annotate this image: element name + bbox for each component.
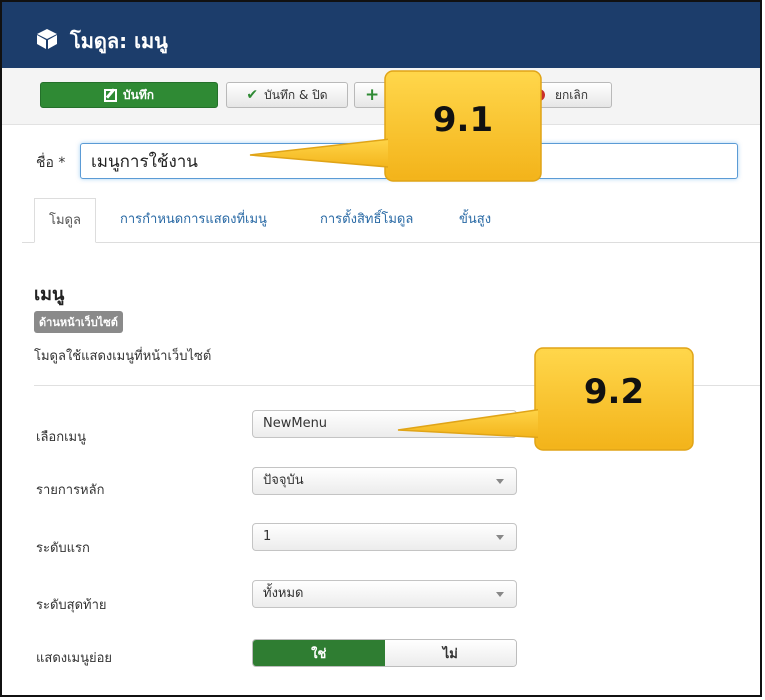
- select-menu-label: เลือกเมนู: [36, 430, 86, 445]
- chevron-down-icon: [496, 592, 504, 597]
- end-level-dropdown[interactable]: ทั้งหมด: [252, 580, 517, 608]
- edit-icon: [104, 88, 117, 102]
- check-icon: ✔: [246, 87, 259, 103]
- end-level-value: ทั้งหมด: [263, 586, 304, 601]
- cancel-label: ยกเลิก: [555, 87, 589, 102]
- select-menu-value: NewMenu: [263, 416, 328, 431]
- chevron-down-icon: [496, 479, 504, 484]
- name-label-text: ชื่อ: [36, 155, 54, 171]
- show-submenu-no[interactable]: ไม่: [384, 640, 516, 666]
- tab-module-label: โมดูล: [49, 213, 81, 228]
- tab-permissions[interactable]: การตั้งสิทธิ์โมดูล: [320, 198, 413, 242]
- chevron-down-icon: [496, 535, 504, 540]
- module-description: โมดูลใช้แสดงเมนูที่หน้าเว็บไซต์: [34, 349, 212, 364]
- header-bar: โมดูล: เมนู: [2, 2, 760, 68]
- module-title: เมนู: [34, 284, 65, 305]
- callout-9-2-text: 9.2: [583, 372, 645, 412]
- tab-menu-assignment-label: การกำหนดการแสดงที่เมนู: [120, 212, 267, 227]
- save-close-label: บันทึก & ปิด: [264, 87, 328, 102]
- start-level-label: ระดับแรก: [36, 541, 90, 556]
- base-item-dropdown[interactable]: ปัจจุบัน: [252, 467, 517, 495]
- plus-icon: +: [365, 85, 380, 105]
- show-submenu-toggle[interactable]: ใช่ ไม่: [252, 639, 517, 667]
- module-editor-window: โมดูล: เมนู บันทึก ✔ บันทึก & ปิด + ยกเล…: [0, 0, 762, 697]
- start-level-value: 1: [263, 529, 272, 544]
- tab-menu-assignment[interactable]: การกำหนดการแสดงที่เมนู: [120, 198, 267, 242]
- save-label: บันทึก: [123, 87, 154, 102]
- toolbar: บันทึก ✔ บันทึก & ปิด + ยกเลิก: [2, 68, 760, 125]
- select-menu-dropdown[interactable]: NewMenu: [252, 410, 517, 438]
- show-submenu-yes[interactable]: ใช่: [253, 640, 385, 666]
- start-level-dropdown[interactable]: 1: [252, 523, 517, 551]
- tab-module[interactable]: โมดูล: [34, 198, 96, 243]
- page-title: โมดูล: เมนู: [70, 29, 168, 53]
- cube-icon: [37, 29, 57, 49]
- base-item-label: รายการหลัก: [36, 483, 105, 498]
- tab-bar: โมดูล การกำหนดการแสดงที่เมนู การตั้งสิทธ…: [22, 198, 760, 243]
- required-mark: *: [58, 155, 66, 171]
- save-button[interactable]: บันทึก: [40, 82, 218, 108]
- name-label: ชื่อ *: [36, 152, 65, 174]
- end-level-label: ระดับสุดท้าย: [36, 598, 107, 613]
- site-badge: ด้านหน้าเว็บไซต์: [34, 311, 123, 333]
- callout-9-1-text: 9.1: [432, 100, 494, 140]
- tab-permissions-label: การตั้งสิทธิ์โมดูล: [320, 212, 414, 227]
- show-submenu-label: แสดงเมนูย่อย: [36, 651, 113, 666]
- name-input[interactable]: [80, 143, 738, 179]
- base-item-value: ปัจจุบัน: [263, 473, 304, 488]
- tab-advanced-label: ขั้นสูง: [459, 212, 492, 227]
- save-close-button[interactable]: ✔ บันทึก & ปิด: [226, 82, 348, 108]
- tab-advanced[interactable]: ขั้นสูง: [459, 198, 491, 242]
